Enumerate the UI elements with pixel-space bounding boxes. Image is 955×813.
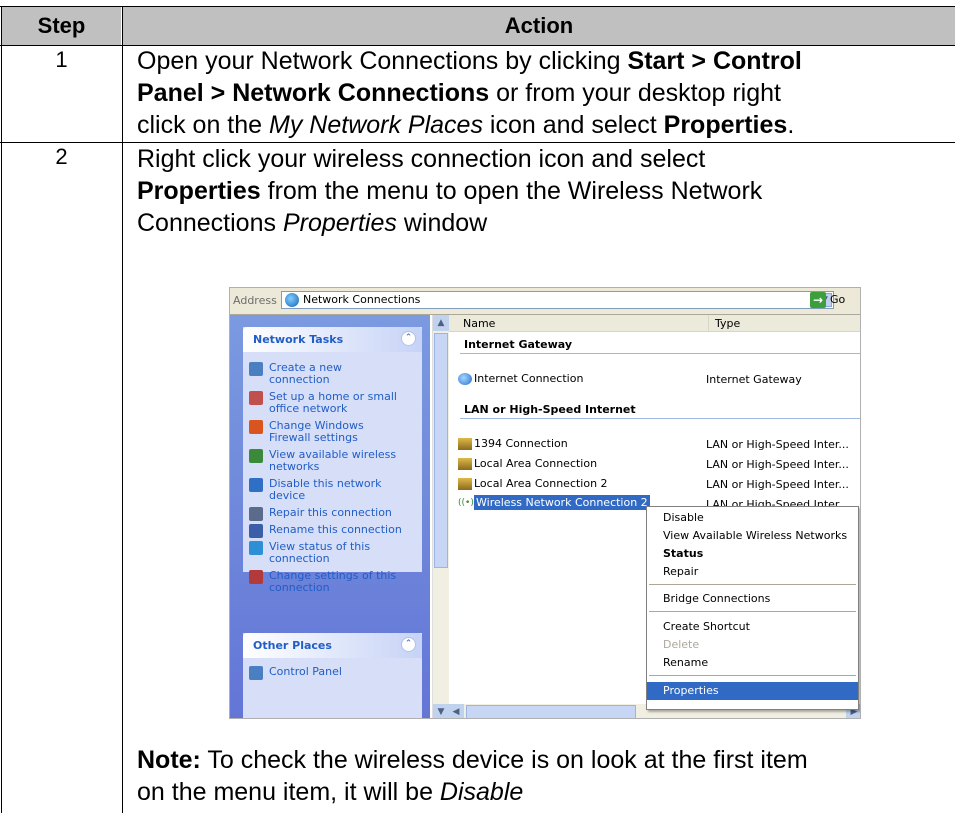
task-rename[interactable]: Rename this connection — [243, 523, 422, 538]
task-label: Firewall settings — [269, 431, 358, 444]
task-label: device — [269, 489, 306, 502]
step-2-text: Right click your wireless connection ico… — [137, 145, 763, 237]
task-status[interactable]: View status of this connection — [243, 541, 422, 565]
item-local-area-connection[interactable]: Local Area Connection — [458, 457, 597, 470]
status-icon — [249, 541, 263, 555]
go-button[interactable]: → Go — [810, 291, 858, 309]
task-label: connection — [269, 552, 330, 565]
scroll-thumb[interactable] — [466, 705, 636, 718]
other-places-header[interactable]: Other Places ⌃ — [243, 633, 422, 658]
control-panel-icon — [249, 666, 263, 680]
network-tasks-header[interactable]: Network Tasks ⌃ — [243, 327, 422, 352]
internet-connection-icon — [458, 373, 472, 385]
task-label: networks — [269, 460, 320, 473]
task-disable-device[interactable]: Disable this network device — [243, 478, 422, 502]
vertical-scrollbar[interactable]: ▲ ▼ — [432, 315, 449, 718]
scroll-up-icon[interactable]: ▲ — [433, 315, 449, 331]
task-settings[interactable]: Change settings of this connection — [243, 570, 422, 594]
network-tasks-panel: Network Tasks ⌃ Create a new connection Se… — [243, 327, 422, 594]
task-label: office network — [269, 402, 348, 415]
menu-item-repair[interactable]: Repair — [647, 563, 858, 581]
task-control-panel[interactable]: Control Panel — [243, 665, 422, 680]
group-divider — [460, 353, 860, 354]
task-firewall[interactable]: Change Windows Firewall settings — [243, 420, 422, 444]
collapse-icon[interactable]: ⌃ — [401, 331, 416, 346]
menu-item-view-wireless[interactable]: View Available Wireless Networks — [647, 527, 858, 545]
disable-device-icon — [249, 478, 263, 492]
item-type: LAN or High-Speed Inter... — [706, 478, 849, 491]
table-border-divider — [122, 6, 123, 813]
group-internet-gateway: Internet Gateway — [464, 338, 573, 351]
header-action: Action — [123, 7, 955, 45]
wireless-icon — [249, 449, 263, 463]
task-label: Control Panel — [269, 665, 342, 678]
scroll-thumb[interactable] — [434, 333, 448, 568]
task-wireless[interactable]: View available wireless networks — [243, 449, 422, 473]
item-1394-connection[interactable]: 1394 Connection — [458, 437, 568, 450]
other-places-panel: Other Places ⌃ Control Panel — [243, 633, 422, 718]
menu-item-create-shortcut[interactable]: Create Shortcut — [647, 618, 858, 636]
network-icon — [458, 478, 472, 490]
task-home-network[interactable]: Set up a home or small office network — [243, 391, 422, 415]
address-label: Address — [233, 294, 277, 307]
task-new-connection[interactable]: Create a new connection — [243, 362, 422, 386]
header-step: Step — [2, 7, 121, 45]
step-number: 2 — [55, 144, 68, 169]
network-icon — [458, 438, 472, 450]
menu-item-rename[interactable]: Rename — [647, 654, 858, 672]
menu-item-delete: Delete — [663, 638, 700, 651]
task-label: Repair this connection — [269, 506, 392, 519]
task-label: connection — [269, 373, 330, 386]
step-1-text: Open your Network Connections by clickin… — [137, 47, 802, 139]
panel-title: Network Tasks — [253, 333, 344, 346]
note-text: Note: To check the wireless device is on… — [137, 746, 808, 806]
item-local-area-connection-2[interactable]: Local Area Connection 2 — [458, 477, 608, 490]
item-internet-connection[interactable]: Internet Connection — [458, 372, 583, 385]
wireless-icon: ((•)) — [458, 498, 478, 508]
task-label: Rename this connection — [269, 523, 402, 536]
column-header-type[interactable]: Type — [708, 315, 860, 332]
menu-item-properties[interactable]: Properties — [647, 682, 858, 700]
context-menu: Disable View Available Wireless Networks… — [646, 506, 859, 710]
panel-title: Other Places — [253, 639, 332, 652]
menu-separator — [649, 611, 856, 612]
network-connections-screenshot: Address Network Connections ▼ → Go Netwo… — [229, 287, 861, 719]
menu-item-disable[interactable]: Disable — [647, 509, 858, 527]
task-repair[interactable]: Repair this connection — [243, 506, 422, 521]
item-type: Internet Gateway — [706, 373, 802, 386]
task-pane: Network Tasks ⌃ Create a new connection Se… — [230, 315, 430, 718]
network-connections-icon — [285, 293, 299, 307]
step-number: 1 — [55, 47, 68, 72]
collapse-icon[interactable]: ⌃ — [401, 637, 416, 652]
item-type: LAN or High-Speed Inter... — [706, 458, 849, 471]
column-header-name[interactable]: Name — [449, 315, 708, 332]
menu-item-status[interactable]: Status — [647, 545, 858, 563]
address-bar: Address Network Connections ▼ → Go — [230, 288, 860, 315]
home-network-icon — [249, 391, 263, 405]
address-value: Network Connections — [303, 293, 421, 306]
go-label: Go — [830, 293, 846, 306]
go-arrow-icon: → — [810, 292, 826, 308]
new-connection-icon — [249, 362, 263, 376]
repair-icon — [249, 507, 263, 521]
table-border-left — [1, 6, 2, 813]
item-wireless-network-connection-2[interactable]: ((•))Wireless Network Connection 2 — [458, 495, 650, 510]
menu-item-bridge[interactable]: Bridge Connections — [647, 590, 858, 608]
group-lan: LAN or High-Speed Internet — [464, 403, 636, 416]
scroll-down-icon[interactable]: ▼ — [433, 704, 449, 718]
address-field[interactable]: Network Connections ▼ — [281, 291, 834, 309]
scroll-left-icon[interactable]: ◀ — [448, 704, 464, 718]
menu-separator — [649, 584, 856, 585]
task-label: connection — [269, 581, 330, 594]
item-type: LAN or High-Speed Inter... — [706, 438, 849, 451]
network-icon — [458, 458, 472, 470]
group-divider — [460, 418, 860, 419]
table-border-top — [0, 6, 955, 7]
firewall-icon — [249, 420, 263, 434]
rename-icon — [249, 524, 263, 538]
settings-icon — [249, 570, 263, 584]
menu-separator — [649, 675, 856, 676]
